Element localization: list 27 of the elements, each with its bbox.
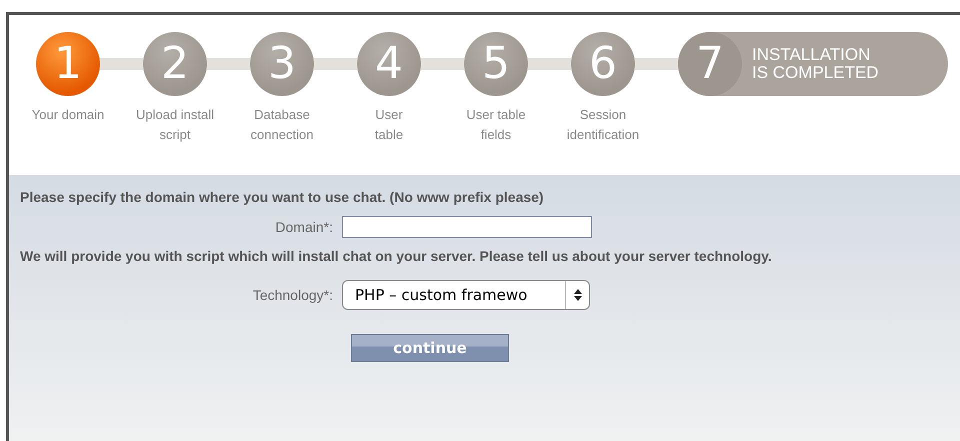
step-number: 5 xyxy=(482,37,510,91)
step-number: 3 xyxy=(268,37,296,91)
technology-instructions: We will provide you with script which will install chat on your server. Please tell us about your server technology. xyxy=(20,249,773,263)
connector-bar xyxy=(635,58,678,70)
step-label: Upload install script xyxy=(136,106,214,144)
domain-input[interactable] xyxy=(342,216,592,238)
step-label: Session identification xyxy=(566,106,640,144)
step-title: INSTALLATION IS COMPLETED xyxy=(752,46,879,82)
technology-select[interactable]: PHP – custom framewo xyxy=(342,280,590,310)
step-number: 7 xyxy=(696,37,724,91)
connector-bar xyxy=(314,58,357,70)
technology-label: Technology*: xyxy=(252,286,334,305)
step-number: 6 xyxy=(589,37,617,91)
step-number: 2 xyxy=(161,37,189,91)
connector-bar xyxy=(100,58,143,70)
step-label: User table fields xyxy=(466,106,526,144)
step-number: 1 xyxy=(54,37,82,91)
step-label: Your domain xyxy=(32,106,104,124)
connector-bar xyxy=(207,58,250,70)
domain-instructions: Please specify the domain where you want to use chat. (No www prefix please) xyxy=(20,189,545,206)
domain-label: Domain*: xyxy=(274,218,334,236)
connector-bar xyxy=(421,58,464,70)
select-arrows-icon xyxy=(574,289,582,301)
step-label: Database connection xyxy=(250,106,314,144)
step-label: User table xyxy=(374,106,404,144)
step-number: 4 xyxy=(375,37,403,91)
connector-bar xyxy=(528,58,571,70)
